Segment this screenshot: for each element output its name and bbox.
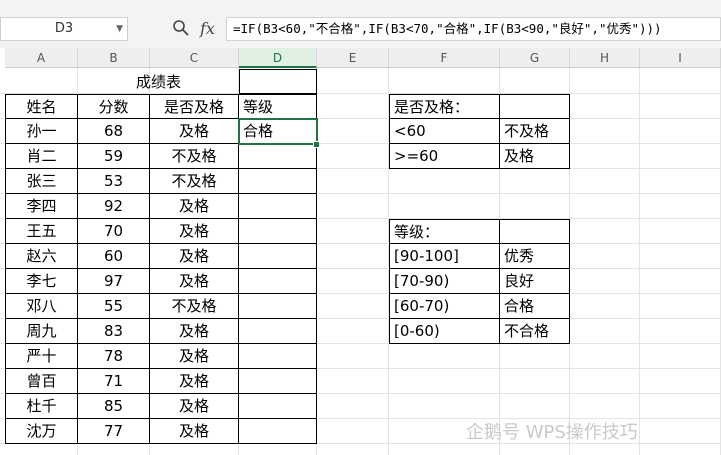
column-header-a[interactable]: A <box>5 48 78 68</box>
cell-score[interactable]: 97 <box>78 269 150 294</box>
cell-name[interactable]: 肖二 <box>5 144 78 169</box>
ref-cell-label[interactable]: 不合格 <box>500 319 570 344</box>
grade-ref-title-blank[interactable] <box>500 219 570 244</box>
cell-pass[interactable]: 及格 <box>150 119 239 144</box>
ref-cell-label[interactable]: 不及格 <box>500 119 570 144</box>
cell-score[interactable]: 71 <box>78 369 150 394</box>
cell-pass[interactable]: 及格 <box>150 394 239 419</box>
ref-cell-label[interactable]: 优秀 <box>500 244 570 269</box>
cell-pass[interactable]: 及格 <box>150 344 239 369</box>
cell-grade[interactable] <box>239 194 317 219</box>
cell-score[interactable]: 92 <box>78 194 150 219</box>
grade-ref-title[interactable]: 等级： <box>389 219 500 244</box>
cell-pass[interactable]: 及格 <box>150 194 239 219</box>
formula-input[interactable]: =IF(B3<60,"不合格",IF(B3<70,"合格",IF(B3<90,"… <box>226 17 721 41</box>
cell-name[interactable]: 周九 <box>5 319 78 344</box>
cell-score[interactable]: 60 <box>78 244 150 269</box>
name-box[interactable]: D3 ▼ <box>0 17 128 41</box>
zoom-search-icon[interactable] <box>172 19 190 41</box>
cell-grade[interactable] <box>239 319 317 344</box>
ref-cell-range[interactable]: <60 <box>389 119 500 144</box>
ref-cell-label[interactable]: 及格 <box>500 144 570 169</box>
ref-cell-label[interactable]: 合格 <box>500 294 570 319</box>
cell-name[interactable]: 李四 <box>5 194 78 219</box>
cell-grade[interactable] <box>239 219 317 244</box>
name-box-value: D3 <box>54 21 74 36</box>
cell-grade[interactable] <box>239 294 317 319</box>
cell-pass[interactable]: 及格 <box>150 319 239 344</box>
formula-bar: D3 ▼ fx =IF(B3<60,"不合格",IF(B3<70,"合格",IF… <box>0 0 721 48</box>
fill-handle[interactable] <box>313 141 320 148</box>
ref-cell-label[interactable]: 良好 <box>500 269 570 294</box>
cell-pass[interactable]: 及格 <box>150 244 239 269</box>
header-grade[interactable]: 等级 <box>239 94 317 119</box>
cell-name[interactable]: 严十 <box>5 344 78 369</box>
ref-cell-range[interactable]: [70-90) <box>389 269 500 294</box>
header-score[interactable]: 分数 <box>78 94 150 119</box>
cell-pass[interactable]: 及格 <box>150 369 239 394</box>
cell-name[interactable]: 杜千 <box>5 394 78 419</box>
cell-score[interactable]: 55 <box>78 294 150 319</box>
ref-cell-range[interactable]: [60-70) <box>389 294 500 319</box>
cell-name[interactable]: 王五 <box>5 219 78 244</box>
cell-pass[interactable]: 不及格 <box>150 169 239 194</box>
cell-name[interactable]: 邓八 <box>5 294 78 319</box>
active-cell-selection[interactable] <box>238 118 318 145</box>
function-fx-icon[interactable]: fx <box>200 19 215 38</box>
cell-name[interactable]: 李七 <box>5 269 78 294</box>
cell-pass[interactable]: 不及格 <box>150 144 239 169</box>
cell-score[interactable]: 53 <box>78 169 150 194</box>
cell-score[interactable]: 85 <box>78 394 150 419</box>
column-header-b[interactable]: B <box>78 48 150 68</box>
cell-name[interactable]: 沈万 <box>5 419 78 444</box>
cell-name[interactable]: 曾百 <box>5 369 78 394</box>
cell-grade[interactable] <box>239 144 317 169</box>
cell-grade[interactable] <box>239 344 317 369</box>
cell-score[interactable]: 70 <box>78 219 150 244</box>
cell-score[interactable]: 59 <box>78 144 150 169</box>
chevron-down-icon[interactable]: ▼ <box>116 18 123 40</box>
cell-score[interactable]: 83 <box>78 319 150 344</box>
cell-grade[interactable] <box>239 369 317 394</box>
header-name[interactable]: 姓名 <box>5 94 78 119</box>
ref-cell-range[interactable]: [90-100] <box>389 244 500 269</box>
empty-cell-d1[interactable] <box>239 69 317 94</box>
header-pass[interactable]: 是否及格 <box>150 94 239 119</box>
cell-pass[interactable]: 及格 <box>150 219 239 244</box>
cell-grade[interactable] <box>239 394 317 419</box>
watermark-text: 企鹅号 WPS操作技巧 <box>466 422 638 443</box>
cell-grade[interactable] <box>239 169 317 194</box>
cell-pass[interactable]: 不及格 <box>150 294 239 319</box>
cell-name[interactable]: 赵六 <box>5 244 78 269</box>
column-header-h[interactable]: H <box>570 48 640 68</box>
table-title[interactable]: 成绩表 <box>78 70 239 94</box>
column-header-c[interactable]: C <box>150 48 239 68</box>
cell-name[interactable]: 孙一 <box>5 119 78 144</box>
column-header-g[interactable]: G <box>500 48 570 68</box>
ref-cell-range[interactable]: >=60 <box>389 144 500 169</box>
cell-grade[interactable] <box>239 269 317 294</box>
cell-name[interactable]: 张三 <box>5 169 78 194</box>
column-header-i[interactable]: I <box>640 48 721 68</box>
column-header-d[interactable]: D <box>239 48 317 68</box>
cell-score[interactable]: 78 <box>78 344 150 369</box>
cell-score[interactable]: 68 <box>78 119 150 144</box>
column-header-f[interactable]: F <box>389 48 500 68</box>
cell-grade[interactable] <box>239 244 317 269</box>
cell-pass[interactable]: 及格 <box>150 419 239 444</box>
pass-ref-title[interactable]: 是否及格： <box>389 94 500 119</box>
ref-cell-range[interactable]: [0-60) <box>389 319 500 344</box>
cell-grade[interactable] <box>239 419 317 444</box>
pass-ref-title-blank[interactable] <box>500 94 570 119</box>
cell-score[interactable]: 77 <box>78 419 150 444</box>
column-header-e[interactable]: E <box>317 48 389 68</box>
cell-pass[interactable]: 及格 <box>150 269 239 294</box>
